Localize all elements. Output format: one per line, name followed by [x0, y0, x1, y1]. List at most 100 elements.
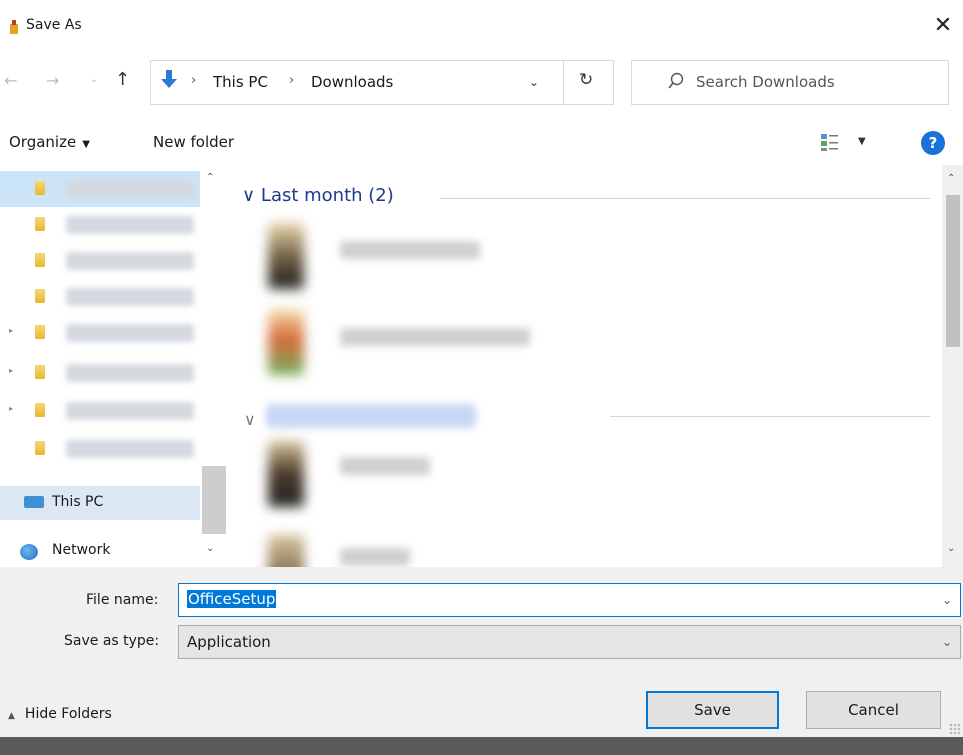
navigation-row: ← → ⌄ ↑ › This PC › Downloads ⌄ ↻ Search…: [0, 60, 963, 105]
folder-icon: [35, 217, 45, 231]
redacted-file-name[interactable]: [340, 457, 430, 475]
recent-locations-chevron-icon[interactable]: ⌄: [90, 74, 98, 85]
folder-icon: [35, 403, 45, 417]
forward-arrow-icon[interactable]: →: [46, 71, 59, 90]
folder-icon: [35, 289, 45, 303]
redacted-folder-name: [66, 252, 194, 270]
view-options-icon[interactable]: [820, 132, 840, 152]
group-divider: [440, 198, 930, 199]
file-thumbnail[interactable]: [268, 535, 304, 567]
downloads-icon: [161, 70, 177, 88]
navigation-pane: ▸ ▸ ▸ ⌃ ⌄ This PC Network: [0, 165, 228, 567]
save-as-type-select[interactable]: Application ⌄: [178, 625, 961, 659]
back-arrow-icon[interactable]: ←: [4, 71, 17, 90]
search-icon: [668, 72, 684, 89]
search-placeholder: Search Downloads: [696, 73, 835, 91]
folder-icon: [35, 365, 45, 379]
scrollbar-thumb[interactable]: [946, 195, 960, 347]
redacted-folder-name: [66, 402, 194, 420]
nav-scroll-down-icon[interactable]: ⌄: [206, 543, 214, 554]
nav-folder-item[interactable]: ▸: [0, 315, 200, 351]
scroll-down-icon[interactable]: ⌄: [947, 543, 955, 554]
group-header-label: Last month (2): [260, 185, 394, 206]
expand-chevron-icon[interactable]: ▸: [9, 366, 13, 375]
view-options-caret-icon[interactable]: ▼: [858, 136, 866, 147]
help-icon[interactable]: ?: [921, 131, 945, 155]
file-thumbnail[interactable]: [268, 223, 304, 289]
organize-menu-button[interactable]: Organize ▼: [9, 133, 90, 151]
this-pc-label: This PC: [52, 494, 104, 510]
save-form-panel: File name: OfficeSetup ⌄ Save as type: A…: [0, 567, 963, 737]
save-button[interactable]: Save: [646, 691, 779, 729]
redacted-folder-name: [66, 440, 194, 458]
redacted-file-name[interactable]: [340, 548, 410, 566]
address-divider: [563, 61, 564, 104]
redacted-folder-name: [66, 364, 194, 382]
save-as-type-value: Application: [187, 633, 271, 651]
redacted-folder-name: [66, 180, 194, 198]
close-button[interactable]: ✕: [923, 8, 963, 42]
file-list: ∨ Last month (2) ∨: [230, 165, 942, 567]
nav-scrollbar-thumb[interactable]: [202, 466, 226, 534]
folder-icon: [35, 253, 45, 267]
title-bar: Save As ✕: [0, 0, 963, 52]
redacted-folder-name: [66, 324, 194, 342]
nav-folder-item[interactable]: [0, 431, 200, 467]
hide-folders-button[interactable]: ▲ Hide Folders: [8, 706, 112, 722]
folder-icon: [35, 325, 45, 339]
nav-item-network[interactable]: Network: [0, 538, 200, 566]
hide-folders-label: Hide Folders: [24, 706, 112, 722]
background-window-strip: [0, 737, 963, 755]
expand-chevron-icon[interactable]: ▸: [9, 326, 13, 335]
breadcrumb-separator[interactable]: ›: [289, 73, 294, 88]
network-label: Network: [52, 542, 111, 558]
nav-folder-item[interactable]: [0, 243, 200, 279]
breadcrumb-this-pc[interactable]: This PC: [213, 73, 268, 91]
nav-item-this-pc[interactable]: This PC: [0, 486, 200, 520]
close-icon: ✕: [933, 12, 953, 38]
file-thumbnail[interactable]: [268, 309, 304, 375]
command-toolbar: Organize ▼ New folder ▼ ?: [0, 126, 963, 160]
network-icon: [20, 544, 38, 560]
nav-scroll-up-icon[interactable]: ⌃: [206, 172, 214, 183]
address-bar[interactable]: › This PC › Downloads ⌄ ↻: [150, 60, 614, 105]
nav-folder-item[interactable]: [0, 279, 200, 315]
redacted-file-name[interactable]: [340, 241, 480, 259]
folder-icon: [35, 181, 45, 195]
redacted-file-name[interactable]: [340, 328, 530, 346]
file-thumbnail[interactable]: [268, 441, 304, 507]
new-folder-button[interactable]: New folder: [153, 133, 234, 151]
group-header-last-month[interactable]: ∨ Last month (2): [242, 185, 394, 206]
collapse-chevron-icon[interactable]: ∨: [244, 410, 256, 429]
up-arrow-icon[interactable]: ↑: [115, 69, 130, 90]
scroll-up-icon[interactable]: ⌃: [947, 173, 955, 184]
nav-folder-item[interactable]: ▸: [0, 355, 200, 391]
file-list-scrollbar[interactable]: ⌃ ⌄: [942, 165, 963, 567]
address-dropdown-icon[interactable]: ⌄: [529, 75, 539, 89]
nav-folder-item[interactable]: ▸: [0, 393, 200, 429]
window-title: Save As: [26, 17, 82, 33]
group-divider: [610, 416, 930, 417]
nav-folder-item[interactable]: [0, 207, 200, 243]
nav-folder-item[interactable]: [0, 171, 200, 207]
file-name-label: File name:: [86, 592, 159, 608]
file-name-value: OfficeSetup: [187, 590, 277, 608]
file-name-dropdown-icon[interactable]: ⌄: [942, 593, 952, 607]
redacted-group-header[interactable]: [266, 404, 476, 428]
refresh-icon[interactable]: ↻: [579, 70, 593, 90]
search-input[interactable]: Search Downloads: [631, 60, 949, 105]
expand-chevron-icon[interactable]: ▸: [9, 404, 13, 413]
save-as-app-icon: [10, 20, 18, 34]
breadcrumb-downloads[interactable]: Downloads: [311, 73, 393, 91]
cancel-button[interactable]: Cancel: [806, 691, 941, 729]
resize-grip[interactable]: [949, 723, 961, 735]
collapse-chevron-icon: ∨: [242, 185, 256, 206]
breadcrumb-separator: ›: [191, 73, 197, 88]
organize-label: Organize: [9, 133, 77, 151]
save-as-type-dropdown-icon: ⌄: [941, 635, 952, 649]
save-as-type-label: Save as type:: [64, 633, 160, 649]
redacted-folder-name: [66, 288, 194, 306]
hide-folders-caret-icon: ▲: [8, 711, 15, 721]
redacted-folder-name: [66, 216, 194, 234]
file-name-field[interactable]: OfficeSetup ⌄: [178, 583, 961, 617]
